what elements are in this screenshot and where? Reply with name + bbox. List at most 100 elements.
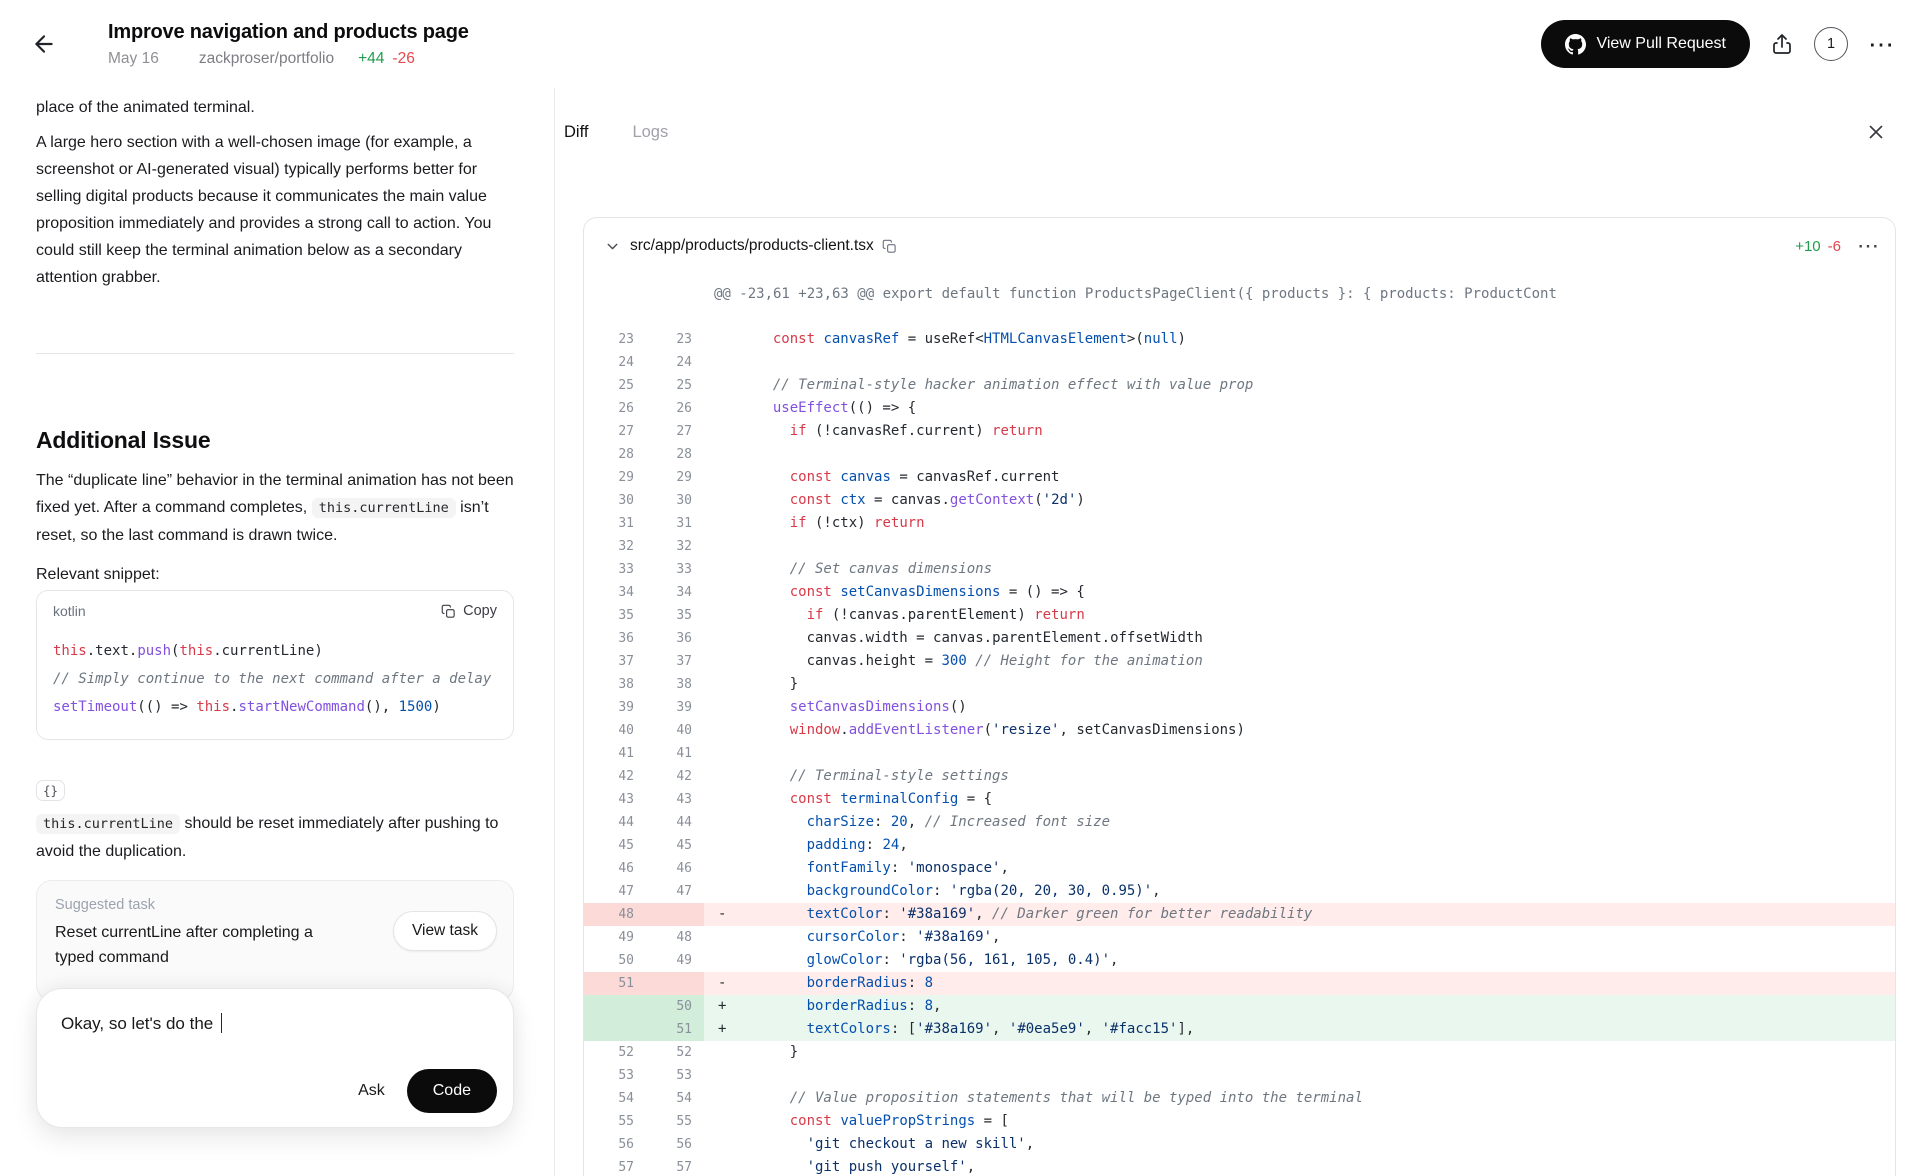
inline-code-current-line: this.currentLine <box>312 498 456 518</box>
diff-line: 2323 const canvasRef = useRef<HTMLCanvas… <box>584 328 1895 351</box>
diff-line: 4747 backgroundColor: 'rgba(20, 20, 30, … <box>584 880 1895 903</box>
chat-input[interactable]: Okay, so let's do the <box>61 1013 497 1034</box>
diff-line: 3636 canvas.width = canvas.parentElement… <box>584 627 1895 650</box>
diff-line: 4141 <box>584 742 1895 765</box>
code-reference-chip[interactable]: {} <box>36 780 65 801</box>
assistant-text-clipped: place of the animated terminal. <box>36 94 514 121</box>
tab-diff[interactable]: Diff <box>564 123 588 142</box>
snippet-code-line: // Simply continue to the next command a… <box>53 665 497 693</box>
arrow-left-icon <box>31 31 57 57</box>
diff-line: 3232 <box>584 535 1895 558</box>
diff-line: 4948 cursorColor: '#38a169', <box>584 926 1895 949</box>
snippet-code-line: setTimeout(() => this.startNewCommand(),… <box>53 693 497 721</box>
session-count-badge[interactable]: 1 <box>1814 27 1848 61</box>
session-meta: May 16 zackproser/portfolio +44 -26 <box>108 50 469 68</box>
diff-line: 4343 const terminalConfig = { <box>584 788 1895 811</box>
diff-line: 5252 } <box>584 1041 1895 1064</box>
diff-line: 2525 // Terminal-style hacker animation … <box>584 374 1895 397</box>
more-menu-icon[interactable]: ⋯ <box>1868 31 1894 57</box>
page-title: Improve navigation and products page <box>108 21 469 44</box>
code-snippet-block: kotlin Copy this.text.push(this.currentL… <box>36 590 514 740</box>
diff-panel: Diff Logs src/app/products/products-clie… <box>555 88 1920 1176</box>
diff-line: 3131 if (!ctx) return <box>584 512 1895 535</box>
repo-name: zackproser/portfolio <box>199 50 334 68</box>
tab-logs[interactable]: Logs <box>632 123 668 142</box>
diff-line: 2828 <box>584 443 1895 466</box>
view-pull-request-button[interactable]: View Pull Request <box>1541 20 1750 68</box>
snippet-code-line: this.text.push(this.currentLine) <box>53 637 497 665</box>
suggested-task-label: Suggested task <box>55 897 317 913</box>
diff-line: 50+ borderRadius: 8, <box>584 995 1895 1018</box>
diff-line: 3737 canvas.height = 300 // Height for t… <box>584 650 1895 673</box>
issue-heading: Additional Issue <box>36 427 514 454</box>
diff-line: 4545 padding: 24, <box>584 834 1895 857</box>
diff-line: 3838 } <box>584 673 1895 696</box>
diff-line: 3535 if (!canvas.parentElement) return <box>584 604 1895 627</box>
text-cursor <box>221 1013 223 1033</box>
file-diff-stats: +10 -6 ⋯ <box>1795 235 1879 257</box>
close-icon[interactable] <box>1862 118 1890 146</box>
chat-panel: place of the animated terminal. A large … <box>0 88 555 1176</box>
deletions-count: -26 <box>392 50 414 68</box>
diff-line: 4242 // Terminal-style settings <box>584 765 1895 788</box>
diff-lines: 2323 const canvasRef = useRef<HTMLCanvas… <box>584 328 1895 1176</box>
github-icon <box>1565 34 1586 55</box>
file-additions: +10 <box>1795 238 1820 255</box>
diff-file-header: src/app/products/products-client.tsx +10… <box>584 218 1895 274</box>
diff-line: 5656 'git checkout a new skill', <box>584 1133 1895 1156</box>
snippet-label: Relevant snippet: <box>36 561 514 588</box>
diff-line: 5454 // Value proposition statements tha… <box>584 1087 1895 1110</box>
back-button[interactable] <box>22 22 66 66</box>
ask-button[interactable]: Ask <box>340 1072 403 1110</box>
copy-icon <box>441 604 456 619</box>
code-language-label: kotlin <box>53 603 86 619</box>
diff-line: 48- textColor: '#38a169', // Darker gree… <box>584 903 1895 926</box>
assistant-paragraph: A large hero section with a well-chosen … <box>36 129 514 291</box>
diff-line: 2626 useEffect(() => { <box>584 397 1895 420</box>
view-pull-request-label: View Pull Request <box>1596 35 1726 53</box>
share-icon[interactable] <box>1770 32 1794 56</box>
diff-line: 2929 const canvas = canvasRef.current <box>584 466 1895 489</box>
copy-button[interactable]: Copy <box>441 603 497 619</box>
copy-path-icon[interactable] <box>882 239 897 254</box>
chevron-down-icon[interactable] <box>598 232 626 260</box>
diff-file-card: src/app/products/products-client.tsx +10… <box>583 217 1896 1176</box>
issue-paragraph: The “duplicate line” behavior in the ter… <box>36 467 514 549</box>
diff-line: 2727 if (!canvasRef.current) return <box>584 420 1895 443</box>
suggested-task-card: Suggested task Reset currentLine after c… <box>36 880 514 1001</box>
diff-line: 5049 glowColor: 'rgba(56, 161, 105, 0.4)… <box>584 949 1895 972</box>
diff-line: 3434 const setCanvasDimensions = () => { <box>584 581 1895 604</box>
reset-paragraph: this.currentLine should be reset immedia… <box>36 810 514 865</box>
suggested-task-text: Reset currentLine after completing a typ… <box>55 920 317 970</box>
diff-line: 3333 // Set canvas dimensions <box>584 558 1895 581</box>
diff-line: 2424 <box>584 351 1895 374</box>
message-divider <box>36 353 514 354</box>
diff-line: 5353 <box>584 1064 1895 1087</box>
diff-line: 4444 charSize: 20, // Increased font siz… <box>584 811 1895 834</box>
session-date: May 16 <box>108 50 159 68</box>
diff-line: 51+ textColors: ['#38a169', '#0ea5e9', '… <box>584 1018 1895 1041</box>
diff-line: 5555 const valuePropStrings = [ <box>584 1110 1895 1133</box>
additions-count: +44 <box>358 50 384 68</box>
suggested-task-body: Suggested task Reset currentLine after c… <box>55 897 317 970</box>
chat-input-card: Okay, so let's do the Ask Code <box>36 988 514 1128</box>
session-title-block: Improve navigation and products page May… <box>108 21 469 68</box>
code-snippet-header: kotlin Copy <box>37 591 513 625</box>
inline-code-current-line: this.currentLine <box>36 814 180 834</box>
diff-line: 4040 window.addEventListener('resize', s… <box>584 719 1895 742</box>
view-task-button[interactable]: View task <box>393 911 497 951</box>
main-split: place of the animated terminal. A large … <box>0 88 1920 1176</box>
chat-input-actions: Ask Code <box>61 1069 497 1113</box>
file-deletions: -6 <box>1828 238 1841 255</box>
diff-line: 3030 const ctx = canvas.getContext('2d') <box>584 489 1895 512</box>
file-more-menu-icon[interactable]: ⋯ <box>1857 235 1879 257</box>
hunk-header: @@ -23,61 +23,63 @@ export default funct… <box>584 274 1895 328</box>
header-actions: View Pull Request 1 ⋯ <box>1541 20 1894 68</box>
panel-tabs: Diff Logs <box>564 123 1896 142</box>
diff-line: 51- borderRadius: 8 <box>584 972 1895 995</box>
app: Improve navigation and products page May… <box>0 0 1920 1176</box>
diff-line: 3939 setCanvasDimensions() <box>584 696 1895 719</box>
snippet-code-lines: this.text.push(this.currentLine)// Simpl… <box>37 625 513 739</box>
diff-line: 4646 fontFamily: 'monospace', <box>584 857 1895 880</box>
code-button[interactable]: Code <box>407 1069 497 1113</box>
